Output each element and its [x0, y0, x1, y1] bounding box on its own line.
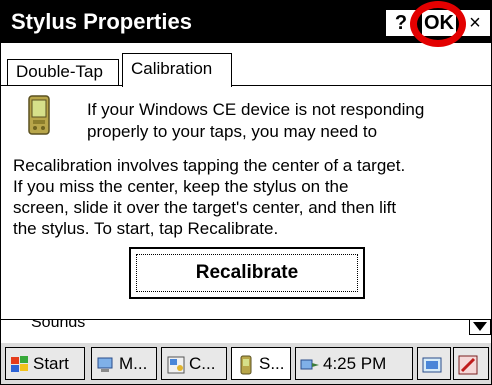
- control-panel-icon: [167, 356, 185, 374]
- instruction-line: the stylus. To start, tap Recalibrate.: [13, 219, 279, 238]
- tab-double-tap[interactable]: Double-Tap: [7, 59, 119, 85]
- intro-line: properly to your taps, you may need to: [87, 122, 378, 141]
- start-label: Start: [33, 354, 69, 373]
- pocket-pc-device-icon: [240, 355, 252, 375]
- computer-icon: [97, 357, 113, 372]
- calibration-instructions: Recalibration involves tapping the cente…: [13, 155, 483, 239]
- tab-divider-gap: [123, 85, 231, 87]
- keyboard-icon: [422, 357, 442, 373]
- tab-strip: Double-Tap Calibration: [1, 45, 491, 87]
- taskbar-item-m[interactable]: M...: [91, 347, 157, 380]
- taskbar-item-s[interactable]: S...: [231, 347, 291, 380]
- input-panel-button[interactable]: [417, 347, 451, 380]
- recalibrate-button[interactable]: Recalibrate: [129, 247, 365, 299]
- ok-button[interactable]: OK: [421, 9, 457, 37]
- intro-line: If your Windows CE device is not respond…: [87, 100, 425, 119]
- intro-text: If your Windows CE device is not respond…: [87, 99, 467, 143]
- network-icon: [300, 359, 319, 370]
- taskbar-item-c[interactable]: C...: [161, 347, 227, 380]
- stylus-properties-window: Stylus Properties ? OK × Double-Tap Cali…: [0, 0, 492, 385]
- recalibrate-label: Recalibrate: [136, 254, 358, 292]
- pocket-pc-device-icon: [28, 95, 50, 135]
- instruction-line: screen, slide it over the target's cente…: [13, 198, 397, 217]
- taskbar-item-label: S...: [259, 354, 285, 373]
- clock-label: 4:25 PM: [323, 354, 387, 373]
- stylus-tray-button[interactable]: [453, 347, 489, 380]
- help-button[interactable]: ?: [385, 9, 417, 37]
- taskbar: Start M... C... S... 4:25 PM: [1, 341, 491, 384]
- taskbar-item-label: M...: [119, 354, 148, 373]
- sounds-list-item[interactable]: Sounds: [31, 319, 85, 333]
- taskbar-item-label: C...: [189, 354, 216, 373]
- windows-flag-icon: [11, 355, 28, 372]
- tab-calibration[interactable]: Calibration: [122, 53, 232, 87]
- triangle-down-icon: [473, 322, 487, 331]
- instruction-line: If you miss the center, keep the stylus …: [13, 177, 349, 196]
- start-button[interactable]: Start: [5, 347, 85, 380]
- close-button[interactable]: ×: [459, 9, 491, 37]
- instruction-line: Recalibration involves tapping the cente…: [13, 156, 406, 175]
- scroll-down-button[interactable]: [469, 319, 491, 335]
- pen-icon: [458, 355, 478, 375]
- window-title: Stylus Properties: [11, 9, 192, 34]
- title-bar: Stylus Properties ? OK ×: [1, 1, 491, 47]
- clock-tray[interactable]: 4:25 PM: [295, 347, 413, 380]
- tab-divider: [1, 85, 491, 86]
